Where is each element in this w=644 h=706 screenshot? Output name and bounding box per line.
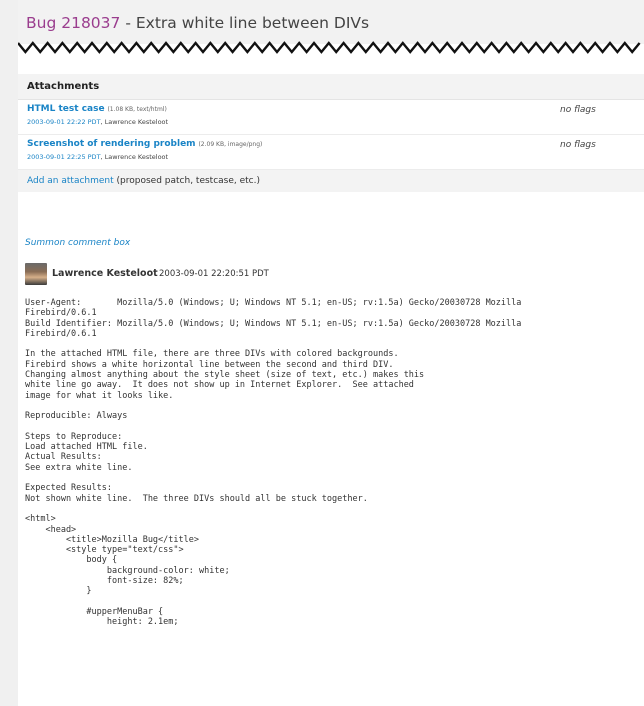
attachment-flags: no flags <box>560 140 596 150</box>
title-separator: - <box>120 14 136 32</box>
attachment-row: Screenshot of rendering problem (2.09 KB… <box>18 135 644 170</box>
bug-page: Bug 218037 - Extra white line between DI… <box>18 0 644 706</box>
avatar <box>25 263 47 285</box>
attachment-meta: (2.09 KB, image/png) <box>198 141 263 148</box>
attachment-date[interactable]: 2003-09-01 22:22 PDT <box>27 118 101 126</box>
attachment-info: 2003-09-01 22:22 PDT, Lawrence Kesteloot <box>27 118 169 126</box>
bug-title: Bug 218037 - Extra white line between DI… <box>26 14 369 32</box>
attachment-link[interactable]: Screenshot of rendering problem <box>27 139 196 149</box>
comment-author[interactable]: Lawrence Kesteloot <box>52 268 158 279</box>
attachment-info: 2003-09-01 22:25 PDT, Lawrence Kesteloot <box>27 153 169 161</box>
bug-number[interactable]: Bug 218037 <box>26 14 120 32</box>
attachment-row: HTML test case (1.08 KB, text/html) 2003… <box>18 100 644 135</box>
attachment-author: Lawrence Kesteloot <box>104 153 169 161</box>
add-attachment-note: (proposed patch, testcase, etc.) <box>116 176 260 186</box>
summon-comment-box-link[interactable]: Summon comment box <box>25 238 130 248</box>
add-attachment-row: Add an attachment (proposed patch, testc… <box>18 170 644 192</box>
bug-header: Bug 218037 - Extra white line between DI… <box>18 0 644 44</box>
attachments-heading: Attachments <box>18 74 644 100</box>
attachment-link[interactable]: HTML test case <box>27 104 105 114</box>
zigzag-divider <box>18 41 641 54</box>
attachment-title-line: Screenshot of rendering problem (2.09 KB… <box>27 139 262 149</box>
attachment-author: Lawrence Kesteloot <box>104 118 169 126</box>
comment-body: User-Agent: Mozilla/5.0 (Windows; U; Win… <box>25 298 522 628</box>
attachment-date[interactable]: 2003-09-01 22:25 PDT <box>27 153 101 161</box>
add-attachment-link[interactable]: Add an attachment <box>27 176 114 186</box>
attachments-table: Attachments HTML test case (1.08 KB, tex… <box>18 74 644 192</box>
bug-summary: Extra white line between DIVs <box>135 14 370 32</box>
attachment-meta: (1.08 KB, text/html) <box>107 106 167 113</box>
attachment-title-line: HTML test case (1.08 KB, text/html) <box>27 104 167 114</box>
comment-header: Lawrence Kesteloot 2003-09-01 22:20:51 P… <box>25 263 644 285</box>
attachment-flags: no flags <box>560 105 596 115</box>
comment-time[interactable]: 2003-09-01 22:20:51 PDT <box>159 269 269 279</box>
